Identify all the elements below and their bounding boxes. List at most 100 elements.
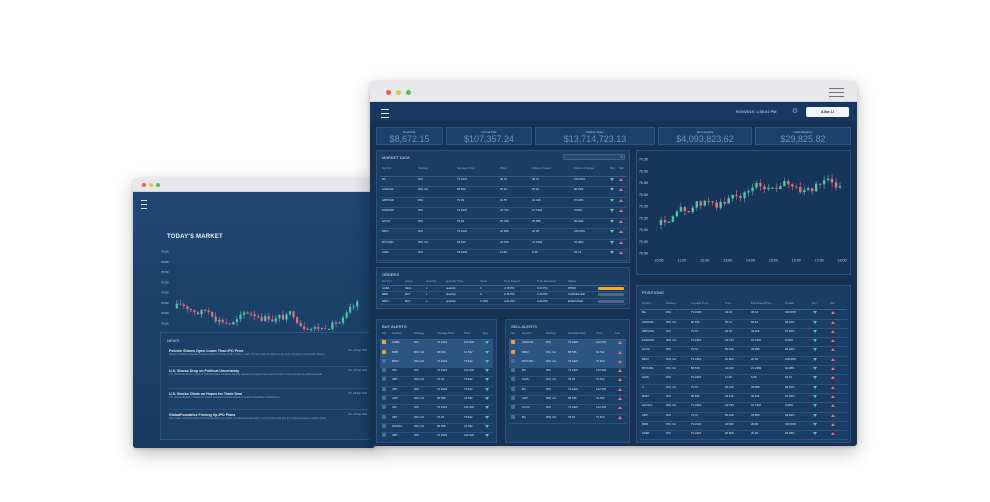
sell-arrow-icon[interactable] — [831, 385, 835, 389]
news-item[interactable]: Peloton Shares Open Lower Than IPO Price… — [169, 349, 369, 356]
table-row[interactable]: BIDU RSI, UA 73.2423 20.820 20.00 100.00% — [640, 357, 847, 367]
table-row[interactable]: ABT RSI 73.2423 142.532 — [380, 433, 493, 443]
table-row[interactable]: ABT RSI 73.2423 73.812 — [380, 386, 493, 397]
checkbox[interactable] — [382, 377, 386, 382]
buy-arrow-icon[interactable] — [485, 350, 489, 354]
sell-arrow-icon[interactable] — [619, 251, 623, 254]
table-row[interactable]: GM RSI 73.2423 142.532 — [380, 368, 493, 378]
table-row[interactable]: ABT RSI, UA 79.34 73.812 — [380, 377, 493, 387]
table-row[interactable]: BTCUSD RSI, UA 73.2423 73.812 — [509, 358, 626, 369]
buy-arrow-icon[interactable] — [813, 329, 817, 333]
sell-arrow-icon[interactable] — [619, 188, 623, 191]
checkbox[interactable] — [511, 386, 515, 391]
buy-arrow-icon[interactable] — [610, 219, 614, 223]
news-item[interactable]: U.S. Stocks Drop on Political Uncertaint… — [169, 369, 369, 376]
buy-arrow-icon[interactable] — [610, 230, 614, 233]
buy-arrow-icon[interactable] — [485, 397, 489, 401]
table-row[interactable]: BRB RSI, UA 73.2423 20.820 20.00 100.00% — [640, 422, 847, 432]
checkbox[interactable] — [382, 414, 386, 419]
table-row[interactable]: C RSI, UA 79.34 56.236 35.895 98.15% — [640, 385, 847, 394]
buy-arrow-icon[interactable] — [485, 341, 489, 345]
buy-arrow-icon[interactable] — [813, 348, 817, 352]
table-row[interactable]: BA RSI 73.2423 49.18 36.44 100.00% — [640, 310, 847, 320]
table-row[interactable]: ADP RSI, UA 68.536 41.532 — [509, 396, 626, 406]
checkbox[interactable] — [382, 358, 386, 363]
table-row[interactable]: MSFT RSI 68.536 44.116 44.116 97.24% — [640, 394, 847, 404]
sell-arrow-icon[interactable] — [618, 350, 622, 354]
buy-arrow-icon[interactable] — [813, 357, 817, 361]
table-row[interactable]: AABA RSI 73.2423 142.532 — [380, 340, 493, 350]
buy-arrow-icon[interactable] — [485, 415, 489, 419]
checkbox[interactable] — [511, 349, 515, 354]
sell-arrow-icon[interactable] — [619, 219, 623, 223]
table-row[interactable]: GBPUSD RSI 79.34 32.55 44.116 97.24% — [380, 198, 626, 208]
sell-arrow-icon[interactable] — [618, 387, 622, 391]
buy-arrow-icon[interactable] — [485, 424, 489, 428]
table-row[interactable]: AABA RSI 73.2423 20.820 20.00 94.28% — [640, 431, 847, 441]
minimize-dot-icon[interactable] — [149, 183, 153, 187]
buy-arrow-icon[interactable] — [485, 359, 489, 363]
sell-arrow-icon[interactable] — [618, 369, 622, 373]
checkbox[interactable] — [382, 386, 386, 391]
table-row[interactable]: GOOGL RSI, UA 68.536 41.532 — [380, 423, 493, 434]
sell-arrow-icon[interactable] — [831, 413, 835, 417]
checkbox[interactable] — [382, 405, 386, 410]
close-dot-icon[interactable] — [142, 183, 146, 187]
sell-arrow-icon[interactable] — [619, 177, 623, 181]
search-input[interactable]: ⌕ — [563, 154, 625, 160]
minimize-dot-icon[interactable] — [396, 90, 401, 95]
buy-arrow-icon[interactable] — [485, 387, 489, 391]
news-item[interactable]: GlobalFoundries Firming Up IPO Plans Chi… — [169, 413, 369, 420]
table-row[interactable]: BA RSI, UA 79.34 73.812 — [509, 414, 626, 424]
checkbox[interactable] — [382, 349, 386, 354]
table-row[interactable]: GM RSI 73.2423 142.532 — [380, 405, 493, 415]
user-button[interactable]: Alba Li — [806, 107, 849, 117]
buy-arrow-icon[interactable] — [610, 177, 614, 181]
buy-arrow-icon[interactable] — [813, 413, 817, 417]
table-row[interactable]: USDCHF RSI, UA 68.536 55.21 55.42 98.15% — [640, 320, 847, 329]
table-row[interactable]: BA RSI 73.2423 142.532 — [509, 386, 626, 397]
table-row[interactable]: AAPL RSI, UA 79.34 73.812 — [509, 377, 626, 387]
buy-arrow-icon[interactable] — [813, 339, 817, 343]
window-menu-icon[interactable] — [829, 88, 844, 97]
checkbox[interactable] — [511, 414, 515, 419]
table-row[interactable]: AAPL RSI 73.2423 11.36 6.98 63.72 — [640, 375, 847, 385]
sell-arrow-icon[interactable] — [831, 348, 835, 352]
table-row[interactable]: BRB RSI, UA 68.536 41.532 — [380, 349, 493, 359]
table-row[interactable]: ADP RSI, UA 68.536 41.532 — [380, 396, 493, 406]
menu-icon[interactable] — [381, 109, 389, 118]
table-row[interactable]: EURUSD RSI, UA 73.2423 23.734 15.7324 0.00% — [640, 338, 847, 348]
checkbox[interactable] — [511, 396, 515, 401]
table-row[interactable]: ABT RSI, UA 79.34 73.812 — [380, 414, 493, 424]
checkbox[interactable] — [382, 368, 386, 373]
close-dot-icon[interactable] — [386, 90, 391, 95]
table-row[interactable]: BIDU RSI 73.2423 20.820 20.00 100.00% — [380, 229, 626, 240]
sell-arrow-icon[interactable] — [831, 422, 835, 426]
sell-arrow-icon[interactable] — [619, 209, 623, 212]
buy-arrow-icon[interactable] — [610, 209, 614, 212]
buy-arrow-icon[interactable] — [610, 251, 614, 254]
table-row[interactable]: BA RSI 73.2423 49.18 36.44 100.00% — [380, 177, 626, 187]
checkbox[interactable] — [382, 396, 386, 401]
checkbox[interactable] — [382, 433, 386, 438]
sell-arrow-icon[interactable] — [618, 359, 622, 363]
table-row[interactable]: GCV9 RSI 73.2423 142.532 — [509, 405, 626, 415]
buy-arrow-icon[interactable] — [610, 240, 614, 244]
table-row[interactable]: EURUSD RSI 73.2423 23.734 15.7324 0.00% — [380, 208, 626, 219]
buy-arrow-icon[interactable] — [813, 311, 817, 315]
table-row[interactable]: GOOGL RSI, UA 73.2423 23.734 15.7324 0.00% — [640, 403, 847, 413]
sell-arrow-icon[interactable] — [831, 394, 835, 398]
buy-arrow-icon[interactable] — [485, 434, 489, 438]
table-row[interactable]: GCV9 RSI 79.34 56.236 35.895 99.94% — [380, 219, 626, 229]
sell-arrow-icon[interactable] — [618, 378, 622, 382]
sell-arrow-icon[interactable] — [618, 397, 622, 401]
buy-arrow-icon[interactable] — [813, 367, 817, 371]
sell-arrow-icon[interactable] — [618, 406, 622, 410]
buy-arrow-icon[interactable] — [485, 406, 489, 410]
news-item[interactable]: U.S. Stocks Climb on Hopes for Trade Dea… — [169, 392, 369, 399]
checkbox[interactable] — [511, 340, 515, 345]
sell-arrow-icon[interactable] — [831, 339, 835, 343]
table-row[interactable]: GBPUSD RSI 79.34 32.55 44.116 97.24% — [640, 329, 847, 339]
menu-icon[interactable] — [141, 200, 147, 209]
table-row[interactable]: BA RSI 73.2423 142.532 — [509, 368, 626, 378]
